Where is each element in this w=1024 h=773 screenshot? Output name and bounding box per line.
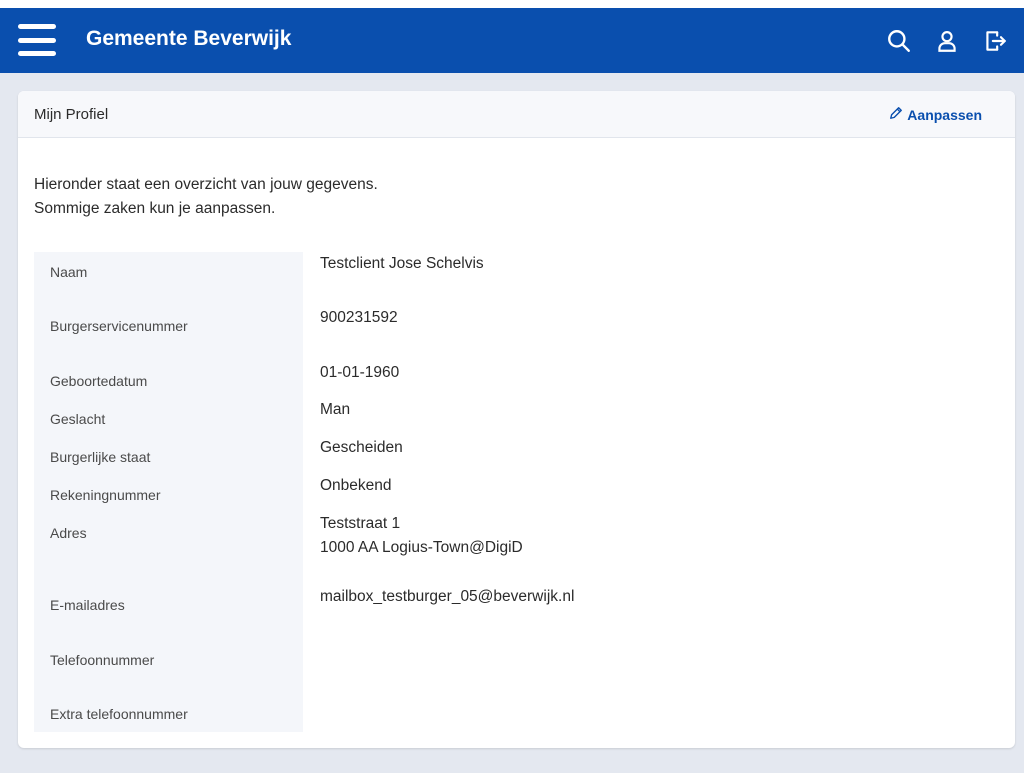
top-bar: Gemeente Beverwijk: [0, 0, 1024, 73]
label-bsn: Burgerservicenummer: [50, 318, 188, 334]
value-naam: Testclient Jose Schelvis: [320, 255, 484, 272]
user-icon[interactable]: [934, 27, 960, 55]
card-title: Mijn Profiel: [34, 106, 109, 123]
value-adres-line-2: 1000 AA Logius-Town@DigiD: [320, 539, 523, 556]
logout-icon[interactable]: [982, 27, 1008, 55]
menu-icon[interactable]: [18, 24, 56, 56]
label-rekeningnummer: Rekeningnummer: [50, 487, 161, 503]
label-geslacht: Geslacht: [50, 411, 106, 427]
intro-line-1: Hieronder staat een overzicht van jouw g…: [34, 176, 378, 193]
label-email: E-mailadres: [50, 597, 125, 613]
label-adres: Adres: [50, 525, 87, 541]
value-email: mailbox_testburger_05@beverwijk.nl: [320, 588, 575, 605]
value-burgerlijke-staat: Gescheiden: [320, 439, 403, 456]
label-naam: Naam: [50, 264, 88, 280]
label-extra-telefoon: Extra telefoonnummer: [50, 706, 188, 722]
profile-card: Mijn Profiel Aanpassen Hieronder staat e…: [18, 91, 1015, 748]
card-header: Mijn Profiel Aanpassen: [18, 91, 1015, 138]
edit-button-label: Aanpassen: [907, 106, 982, 123]
label-telefoon: Telefoonnummer: [50, 652, 155, 668]
label-burgerlijke-staat: Burgerlijke staat: [50, 449, 151, 465]
value-geslacht: Man: [320, 401, 351, 418]
label-geboortedatum: Geboortedatum: [50, 373, 148, 389]
pencil-icon: [889, 106, 903, 123]
intro-line-2: Sommige zaken kun je aanpassen.: [34, 200, 276, 217]
app-title: Gemeente Beverwijk: [86, 27, 292, 50]
value-adres: Teststraat 1 1000 AA Logius-Town@DigiD: [320, 512, 523, 560]
value-bsn: 900231592: [320, 309, 398, 326]
edit-button[interactable]: Aanpassen: [889, 106, 982, 123]
value-rekeningnummer: Onbekend: [320, 477, 392, 494]
value-adres-line-1: Teststraat 1: [320, 515, 401, 532]
intro-text: Hieronder staat een overzicht van jouw g…: [34, 173, 378, 221]
search-icon[interactable]: [886, 27, 912, 55]
value-geboortedatum: 01-01-1960: [320, 364, 400, 381]
